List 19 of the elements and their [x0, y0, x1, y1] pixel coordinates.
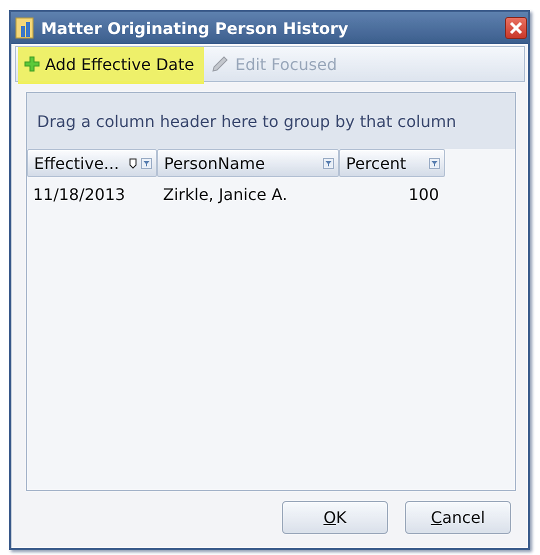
filter-icon[interactable]: [429, 158, 440, 168]
app-icon: [15, 17, 35, 39]
filter-icon[interactable]: [141, 158, 152, 168]
close-icon: [509, 21, 523, 35]
table-cell-text: 11/18/2013: [32, 184, 126, 204]
group-by-hint: Drag a column header here to group by that column: [27, 93, 515, 149]
filter-icon[interactable]: [323, 158, 334, 168]
column-header[interactable]: Effective...: [27, 149, 157, 177]
table-cell-text: Zirkle, Janice A.: [162, 184, 288, 204]
window-title: Matter Originating Person History: [41, 18, 350, 38]
plus-icon: [24, 56, 40, 72]
column-header[interactable]: PersonName: [157, 149, 339, 177]
table-cell-text: 100: [407, 184, 440, 204]
column-header[interactable]: Percent: [339, 149, 445, 177]
ok-button[interactable]: OK: [282, 501, 388, 534]
close-button[interactable]: [505, 17, 527, 39]
add-effective-date-button[interactable]: Add Effective Date: [18, 47, 204, 81]
pencil-icon: [210, 54, 230, 74]
cancel-button[interactable]: Cancel: [405, 501, 511, 534]
